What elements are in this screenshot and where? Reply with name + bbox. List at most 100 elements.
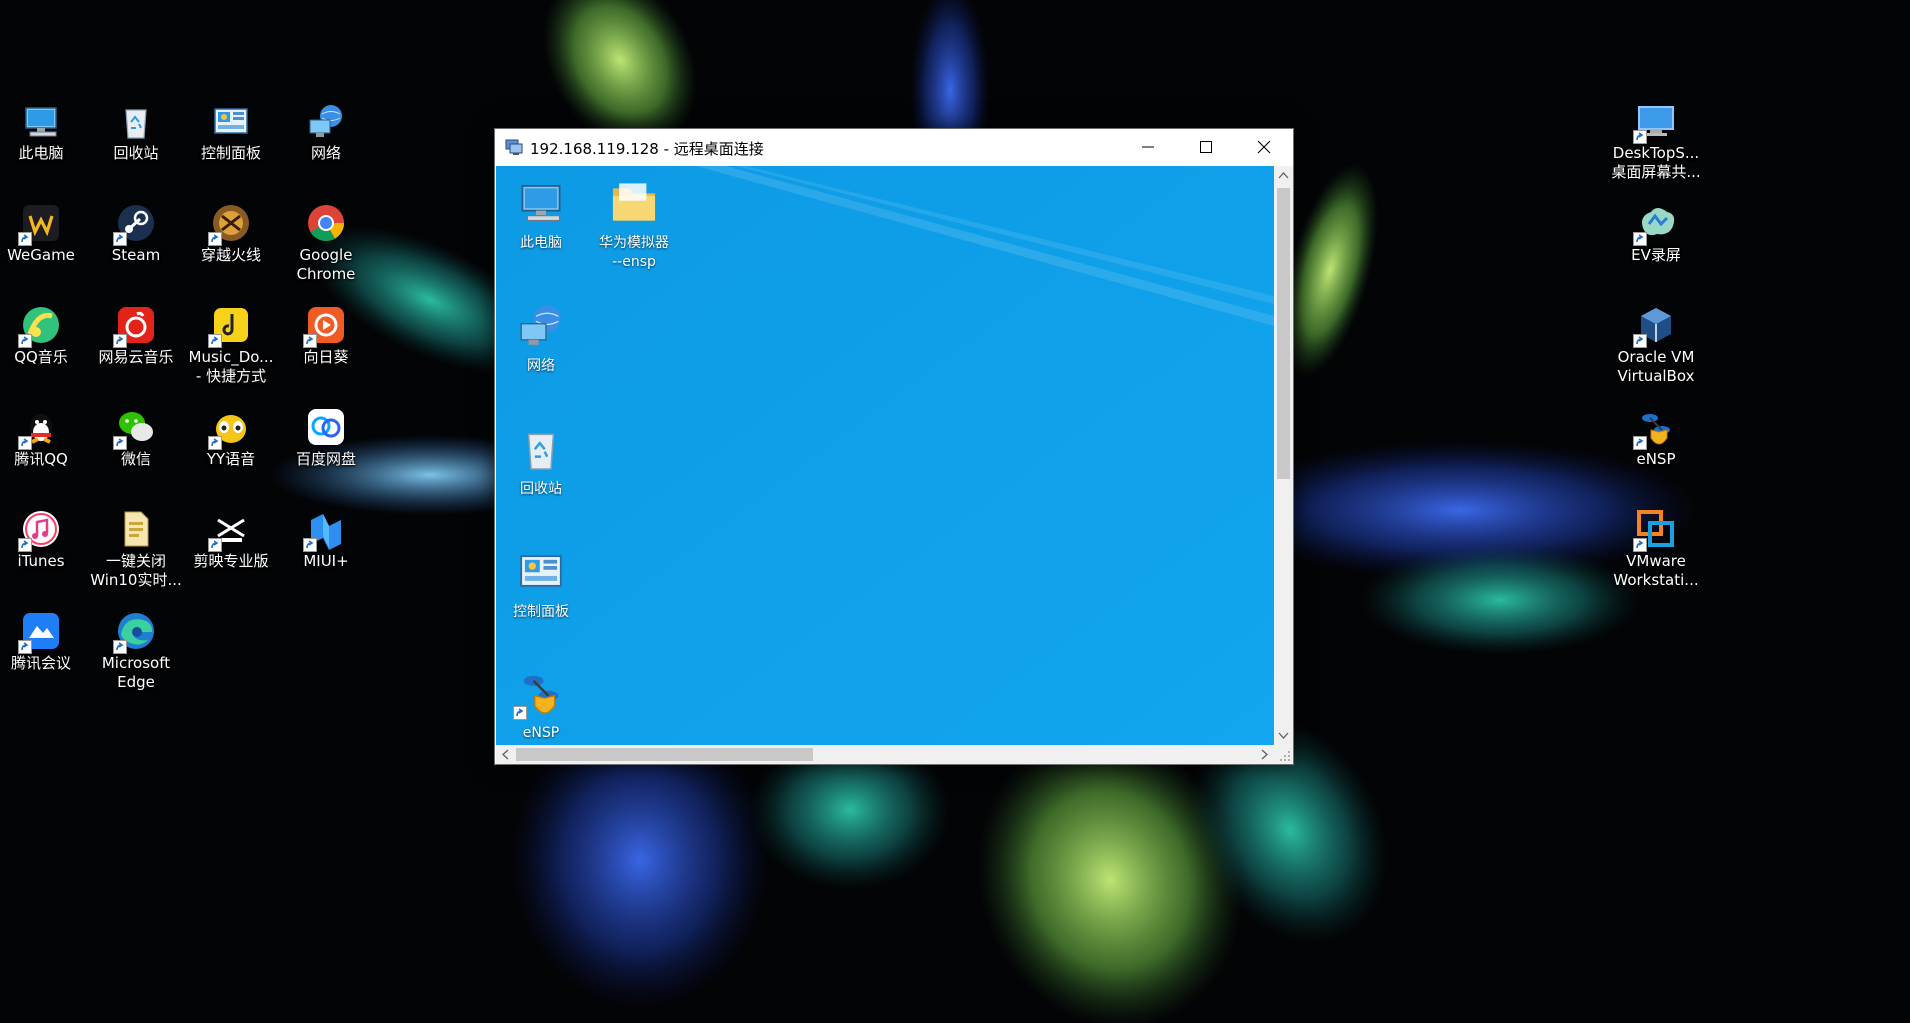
scroll-left-arrow[interactable] — [496, 745, 515, 764]
desktop-icon-label: Music_Do... - 快捷方式 — [188, 348, 274, 385]
shortcut-arrow-icon — [18, 538, 32, 552]
resize-grip-icon — [1280, 751, 1290, 761]
folder-icon — [608, 176, 660, 228]
desktop-icon-steam[interactable]: Steam — [89, 202, 183, 265]
this-pc-icon — [515, 176, 567, 228]
vertical-scroll-thumb[interactable] — [1277, 188, 1290, 479]
resize-grip[interactable] — [1274, 745, 1293, 764]
desktop-icon-label: 此电脑 — [520, 235, 562, 251]
desktop-icon-qq[interactable]: 腾讯QQ — [0, 406, 88, 469]
desktop-icon-chrome[interactable]: Google Chrome — [279, 202, 373, 284]
maximize-icon — [1200, 141, 1212, 153]
remote-desktop-icon-ensp[interactable]: eNSP — [498, 666, 584, 743]
close-button[interactable] — [1235, 129, 1293, 165]
desktop-icon-wechat[interactable]: 微信 — [89, 406, 183, 469]
shortcut-arrow-icon — [208, 538, 222, 552]
desktop-icon-netease-music[interactable]: 网易云音乐 — [89, 304, 183, 367]
desktop-icon-label: 回收站 — [113, 144, 159, 162]
window-titlebar[interactable]: 192.168.119.128 - 远程桌面连接 — [495, 129, 1293, 165]
shortcut-arrow-icon — [208, 334, 222, 348]
desktop-icon-label: MIUI+ — [303, 552, 349, 570]
desktop-icon-label: Google Chrome — [296, 246, 356, 283]
horizontal-scroll-thumb[interactable] — [516, 748, 813, 761]
shortcut-arrow-icon — [208, 436, 222, 450]
desktop-icon-label: DeskTopS... 桌面屏幕共... — [1611, 144, 1701, 181]
remote-desktop-icon-folder[interactable]: 华为模拟器 --ensp — [591, 176, 677, 272]
shortcut-arrow-icon — [1633, 538, 1647, 552]
desktop-icon-control-panel[interactable]: 控制面板 — [184, 100, 278, 163]
scroll-right-arrow[interactable] — [1255, 745, 1274, 764]
desktop-icon-miui[interactable]: MIUI+ — [279, 508, 373, 571]
shortcut-arrow-icon — [1633, 436, 1647, 450]
network-icon — [515, 299, 567, 351]
desktop-icon-network[interactable]: 网络 — [279, 100, 373, 163]
close-icon — [1257, 140, 1271, 154]
desktop-icon-edge[interactable]: Microsoft Edge — [89, 610, 183, 692]
shortcut-arrow-icon — [303, 538, 317, 552]
desktop-icon-sunflower[interactable]: 向日葵 — [279, 304, 373, 367]
desktop-icon-tencent-meeting[interactable]: 腾讯会议 — [0, 610, 88, 673]
desktop-icon-this-pc[interactable]: 此电脑 — [0, 100, 88, 163]
desktop-icon-batch-file[interactable]: 一键关闭 Win10实时... — [89, 508, 183, 590]
capcut-icon — [208, 508, 252, 552]
desktop-icon-label: VMware Workstati... — [1613, 552, 1699, 589]
minimize-icon — [1142, 146, 1154, 148]
vertical-scrollbar[interactable] — [1274, 166, 1293, 745]
desktop-icon-label: 网络 — [527, 358, 555, 374]
crossfire-icon — [208, 202, 252, 246]
remote-desktop-app-icon — [505, 138, 523, 156]
shortcut-arrow-icon — [18, 232, 32, 246]
scroll-down-arrow[interactable] — [1274, 726, 1293, 745]
yy-icon — [208, 406, 252, 450]
this-pc-icon — [20, 100, 62, 142]
desktop-icon-crossfire[interactable]: 穿越火线 — [184, 202, 278, 265]
remote-desktop-icon-this-pc[interactable]: 此电脑 — [498, 176, 584, 253]
desktop-icon-label: 华为模拟器 --ensp — [599, 235, 669, 270]
desktop-icon-label: 一键关闭 Win10实时... — [90, 552, 182, 589]
desktop-icon-yy[interactable]: YY语音 — [184, 406, 278, 469]
remote-desktop-viewport[interactable]: 此电脑 华为模拟器 --ensp 网络回收站控制面板 eNSP — [496, 166, 1274, 745]
virtualbox-icon — [1633, 304, 1677, 348]
desktop-icon-label: 回收站 — [520, 481, 562, 497]
control-panel-icon — [210, 100, 252, 142]
wechat-icon — [113, 406, 157, 450]
chevron-up-icon — [1278, 172, 1289, 179]
shortcut-arrow-icon — [18, 640, 32, 654]
steam-icon — [113, 202, 157, 246]
desktop-icon-recycle-bin[interactable]: 回收站 — [89, 100, 183, 163]
desktop-icon-baidu-netdisk[interactable]: 百度网盘 — [279, 406, 373, 469]
vmware-icon — [1633, 508, 1677, 552]
horizontal-scrollbar[interactable] — [496, 745, 1274, 764]
desktop-icon-ensp[interactable]: eNSP — [1609, 406, 1703, 469]
desktop-icon-music-shortcut[interactable]: Music_Do... - 快捷方式 — [184, 304, 278, 386]
chrome-icon — [305, 202, 347, 244]
remote-desktop-icon-control-panel[interactable]: 控制面板 — [498, 545, 584, 622]
remote-desktop-window[interactable]: 192.168.119.128 - 远程桌面连接 此电脑 华为模拟器 --ensp… — [494, 128, 1294, 765]
desktop-icon-label: 网络 — [310, 144, 341, 162]
control-panel-icon — [515, 545, 567, 597]
desktop-icon-label: 剪映专业版 — [193, 552, 269, 570]
chevron-right-icon — [1261, 749, 1268, 760]
desktop-share-icon — [1633, 100, 1677, 144]
desktop-icon-desktop-share[interactable]: DeskTopS... 桌面屏幕共... — [1609, 100, 1703, 182]
desktop-icon-wegame[interactable]: WeGame — [0, 202, 88, 265]
remote-desktop-icon-network[interactable]: 网络 — [498, 299, 584, 376]
shortcut-arrow-icon — [113, 436, 127, 450]
desktop-icon-label: 网易云音乐 — [98, 348, 174, 366]
desktop-icon-vmware[interactable]: VMware Workstati... — [1609, 508, 1703, 590]
shortcut-arrow-icon — [513, 706, 527, 720]
desktop-icon-label: 腾讯会议 — [10, 654, 71, 672]
desktop-icon-capcut[interactable]: 剪映专业版 — [184, 508, 278, 571]
qq-icon — [18, 406, 62, 450]
edge-icon — [113, 610, 157, 654]
desktop-icon-itunes[interactable]: iTunes — [0, 508, 88, 571]
desktop-icon-virtualbox[interactable]: Oracle VM VirtualBox — [1609, 304, 1703, 386]
minimize-button[interactable] — [1119, 129, 1177, 165]
remote-desktop-icon-recycle-bin[interactable]: 回收站 — [498, 422, 584, 499]
desktop-icon-qq-music[interactable]: QQ音乐 — [0, 304, 88, 367]
maximize-button[interactable] — [1177, 129, 1235, 165]
netease-music-icon — [113, 304, 157, 348]
scroll-up-arrow[interactable] — [1274, 166, 1293, 185]
sunflower-icon — [303, 304, 347, 348]
desktop-icon-ev-recorder[interactable]: EV录屏 — [1609, 202, 1703, 265]
